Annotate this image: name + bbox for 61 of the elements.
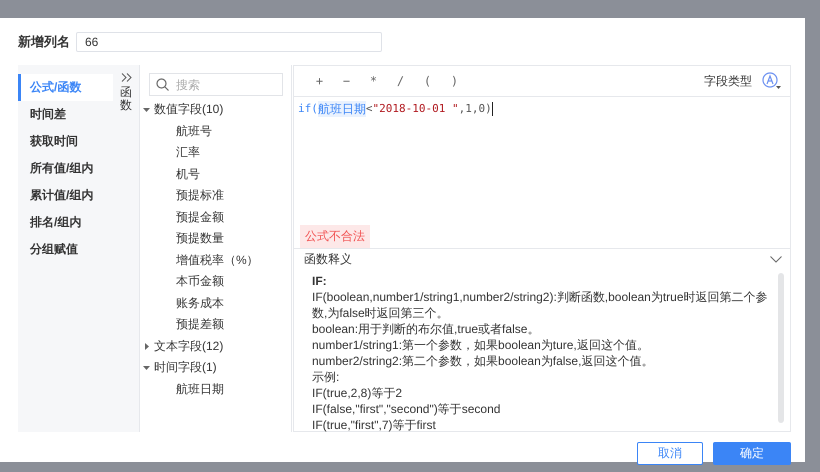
group-label[interactable]: 数值字段(10) xyxy=(154,101,224,118)
sidebar-item[interactable]: 累计值/组内 xyxy=(18,182,113,209)
formula-token: "2018-10-01 " xyxy=(372,101,459,117)
tree-group[interactable]: 数值字段(10) xyxy=(143,99,291,120)
field-item[interactable]: 机号 xyxy=(143,164,291,185)
operator-button[interactable]: − xyxy=(333,74,360,88)
caret-down-icon[interactable] xyxy=(143,364,150,372)
explanation-text: IF(true,2,8)等于2 xyxy=(312,385,404,401)
error-message: 公式不合法 xyxy=(300,225,370,248)
search-field[interactable]: 搜索 xyxy=(149,73,283,96)
explanation-text: number2/string2:第二个参数，如果boolean为false,返回这个值。 xyxy=(312,353,654,369)
field-item[interactable]: 预提标准 xyxy=(143,185,291,206)
confirm-button[interactable]: 确定 xyxy=(713,442,791,465)
chevron-down-icon[interactable] xyxy=(770,256,782,263)
field-token: 航班日期 xyxy=(318,101,366,117)
operator-button[interactable]: / xyxy=(387,74,414,88)
field-item[interactable]: 预提数量 xyxy=(143,228,291,250)
tree-group[interactable]: 时间字段(1) xyxy=(143,357,291,378)
formula-editor[interactable]: if(航班日期<"2018-10-01 ",1,0) 公式不合法 xyxy=(294,97,790,248)
field-item[interactable]: 预提金额 xyxy=(143,206,291,228)
group-label[interactable]: 时间字段(1) xyxy=(154,359,217,376)
field-item[interactable]: 本币金额 xyxy=(143,271,291,292)
sidebar-item[interactable]: 公式/函数 xyxy=(18,74,113,101)
sidebar-item[interactable]: 时间差 xyxy=(18,101,113,128)
field-item[interactable]: 增值税率（%） xyxy=(143,250,291,271)
explanation-text: number1/string1:第一个参数，如果boolean为ture,返回这个值。 xyxy=(312,337,650,353)
double-chevron-icon[interactable] xyxy=(120,73,132,82)
scrollbar[interactable] xyxy=(778,273,784,423)
explanation-text: IF(false,"first","second")等于second xyxy=(312,401,502,417)
column-name-field[interactable]: 66 xyxy=(76,32,382,52)
explanation-title: 函数释义 xyxy=(304,251,352,268)
operator-button[interactable]: * xyxy=(360,74,387,88)
field-type-label: 字段类型 xyxy=(704,72,752,90)
field-item[interactable]: 预提差额 xyxy=(143,314,291,336)
field-item[interactable]: 航班号 xyxy=(143,120,291,142)
sidebar-item[interactable]: 获取时间 xyxy=(18,128,113,155)
caret-down-icon[interactable] xyxy=(143,106,150,114)
field-item[interactable]: 账务成本 xyxy=(143,292,291,314)
field-item[interactable]: 航班日期 xyxy=(143,378,291,400)
function-toggle-label[interactable]: 函数 xyxy=(120,86,132,112)
explanation-text: IF(true,"first",7)等于first xyxy=(312,417,437,433)
formula-token: < xyxy=(366,101,372,117)
caret-right-icon[interactable] xyxy=(143,342,150,350)
sidebar-item[interactable]: 排名/组内 xyxy=(18,209,113,236)
circled-letter-icon[interactable] xyxy=(762,72,782,90)
field-item[interactable]: 汇率 xyxy=(143,142,291,164)
column-name-label: 新增列名 xyxy=(18,33,71,51)
group-label[interactable]: 文本字段(12) xyxy=(154,338,224,355)
explanation-text: boolean:用于判断的布尔值,true或者false。 xyxy=(312,321,540,337)
sidebar-item[interactable]: 分组赋值 xyxy=(18,236,113,263)
operator-button[interactable]: + xyxy=(306,74,333,88)
cancel-button[interactable]: 取消 xyxy=(637,442,703,465)
sidebar-item[interactable]: 所有值/组内 xyxy=(18,155,113,182)
function-name: IF: xyxy=(312,273,328,289)
operator-button[interactable]: ( xyxy=(414,74,441,88)
tree-group[interactable]: 文本字段(12) xyxy=(143,336,291,357)
formula-token: if( xyxy=(298,101,318,117)
explanation-text: 示例: xyxy=(312,369,340,385)
explanation-text: IF(boolean,number1/string1,number2/string2):判断函数,boolean为true时返回第二个参数,为false时返回第三个。 xyxy=(312,289,769,321)
operator-button[interactable]: ) xyxy=(441,74,468,88)
formula-token: ,1,0) xyxy=(458,101,492,117)
